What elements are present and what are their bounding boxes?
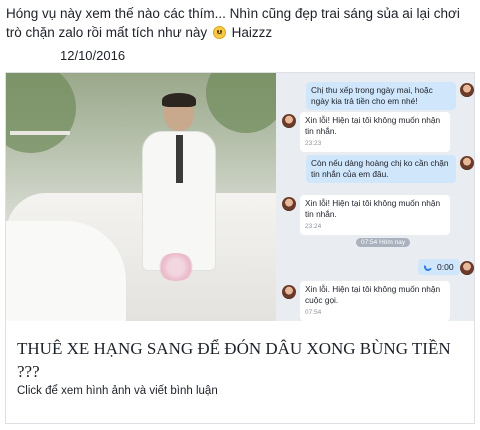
link-subtitle: Click để xem hình ảnh và viết bình luận xyxy=(17,385,218,397)
avatar xyxy=(460,83,474,97)
avatar xyxy=(460,261,474,275)
groom-figure xyxy=(134,93,224,275)
chat-call-out: 0:00 xyxy=(418,259,460,275)
chat-screenshot: Chị thu xếp trong ngày mai, hoặc ngày ki… xyxy=(276,73,474,321)
chat-date-separator: 07:54 Hôm nay xyxy=(356,238,411,247)
avatar xyxy=(282,197,296,211)
post-date[interactable]: 12/10/2016 xyxy=(60,48,125,63)
sad-face-icon xyxy=(212,26,226,39)
post-text: Hóng vụ này xem thế nào các thím... Nhìn… xyxy=(6,4,476,42)
post-text-end: Haizzz xyxy=(231,25,273,40)
link-title[interactable]: THUÊ XE HẠNG SANG ĐỂ ĐÓN DÂU XONG BÙNG T… xyxy=(17,337,467,383)
chat-message-out: Chị thu xếp trong ngày mai, hoặc ngày ki… xyxy=(306,82,456,110)
avatar xyxy=(282,285,296,299)
phone-icon xyxy=(422,261,434,273)
chat-message-in: Xin lỗi. Hiện tại tôi không muốn nhận cu… xyxy=(300,281,450,321)
avatar xyxy=(282,114,296,128)
chat-message-out: Còn nếu dàng hoàng chị ko cần chặn tin n… xyxy=(306,155,456,183)
link-preview-card[interactable]: Chị thu xếp trong ngày mai, hoặc ngày ki… xyxy=(5,72,475,424)
chat-message-in: Xin lỗi! Hiện tại tôi không muốn nhận ti… xyxy=(300,195,450,235)
link-preview-image[interactable]: Chị thu xếp trong ngày mai, hoặc ngày ki… xyxy=(6,73,474,321)
wedding-photo xyxy=(6,73,286,321)
avatar xyxy=(460,156,474,170)
chat-message-in: Xin lỗi! Hiện tại tôi không muốn nhận ti… xyxy=(300,112,450,152)
